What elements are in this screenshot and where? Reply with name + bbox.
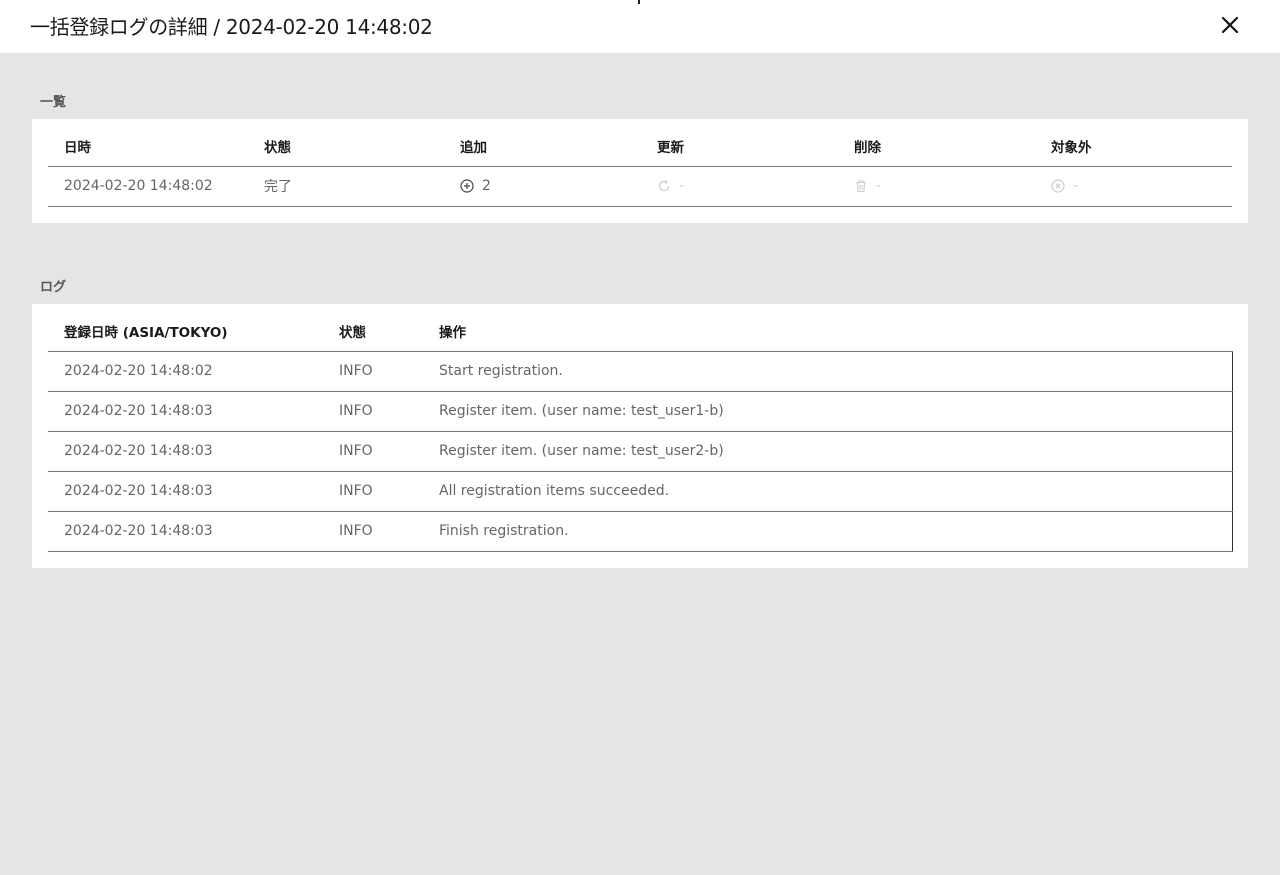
col-header-deleted: 削除: [838, 119, 1035, 167]
summary-status: 完了: [248, 166, 444, 207]
summary-updated-cell: -: [641, 166, 838, 207]
x-circle-icon: [1051, 179, 1065, 193]
log-row: 2024-02-20 14:48:03 INFO All registratio…: [48, 471, 1233, 512]
log-row: 2024-02-20 14:48:02 INFO Start registrat…: [48, 351, 1233, 392]
summary-table: 日時 状態 追加 更新 削除 対象外 2024-02-20 14:48:02 完…: [48, 119, 1232, 207]
summary-panel: 日時 状態 追加 更新 削除 対象外 2024-02-20 14:48:02 完…: [32, 119, 1248, 223]
col-header-registered-at: 登録日時 (ASIA/TOKYO): [48, 304, 323, 352]
summary-added-cell: 2: [444, 166, 641, 207]
log-datetime: 2024-02-20 14:48:03: [48, 471, 323, 512]
log-operation: Start registration.: [423, 351, 1233, 392]
log-status: INFO: [323, 431, 423, 472]
summary-section-label: 一覧: [40, 95, 67, 110]
log-datetime: 2024-02-20 14:48:03: [48, 391, 323, 432]
plus-circle-icon: [460, 179, 474, 193]
close-icon[interactable]: [1218, 13, 1242, 37]
col-header-added: 追加: [444, 119, 641, 167]
col-header-operation: 操作: [423, 304, 1232, 352]
summary-deleted-cell: -: [838, 166, 1035, 207]
log-panel: 登録日時 (ASIA/TOKYO) 状態 操作 2024-02-20 14:48…: [32, 304, 1248, 568]
summary-excluded-cell: -: [1035, 166, 1232, 207]
summary-deleted: -: [876, 178, 882, 194]
header-notch: [638, 0, 640, 4]
col-header-excluded: 対象外: [1035, 119, 1232, 167]
trash-icon: [856, 180, 866, 193]
summary-row: 2024-02-20 14:48:02 完了 2 - - -: [48, 166, 1232, 207]
log-operation: Finish registration.: [423, 511, 1233, 552]
log-section-label: ログ: [40, 280, 67, 295]
log-operation: Register item. (user name: test_user2-b): [423, 431, 1233, 472]
log-row: 2024-02-20 14:48:03 INFO Register item. …: [48, 431, 1233, 472]
summary-excluded: -: [1073, 178, 1079, 194]
log-status: INFO: [323, 511, 423, 552]
refresh-icon: [658, 180, 670, 192]
log-row: 2024-02-20 14:48:03 INFO Finish registra…: [48, 511, 1233, 552]
modal-header: 一括登録ログの詳細 / 2024-02-20 14:48:02: [0, 0, 1280, 53]
summary-added: 2: [482, 178, 491, 194]
log-row: 2024-02-20 14:48:03 INFO Register item. …: [48, 391, 1233, 432]
col-header-updated: 更新: [641, 119, 838, 167]
col-header-log-status: 状態: [323, 304, 423, 352]
log-table: 登録日時 (ASIA/TOKYO) 状態 操作 2024-02-20 14:48…: [48, 304, 1233, 552]
summary-updated: -: [679, 178, 685, 194]
modal-title: 一括登録ログの詳細 / 2024-02-20 14:48:02: [30, 15, 433, 39]
log-status: INFO: [323, 351, 423, 392]
col-header-datetime: 日時: [48, 119, 248, 167]
log-datetime: 2024-02-20 14:48:03: [48, 511, 323, 552]
log-datetime: 2024-02-20 14:48:02: [48, 351, 323, 392]
log-status: INFO: [323, 391, 423, 432]
log-datetime: 2024-02-20 14:48:03: [48, 431, 323, 472]
summary-datetime: 2024-02-20 14:48:02: [48, 166, 248, 207]
col-header-status: 状態: [248, 119, 444, 167]
log-status: INFO: [323, 471, 423, 512]
log-operation: Register item. (user name: test_user1-b): [423, 391, 1233, 432]
log-operation: All registration items succeeded.: [423, 471, 1233, 512]
